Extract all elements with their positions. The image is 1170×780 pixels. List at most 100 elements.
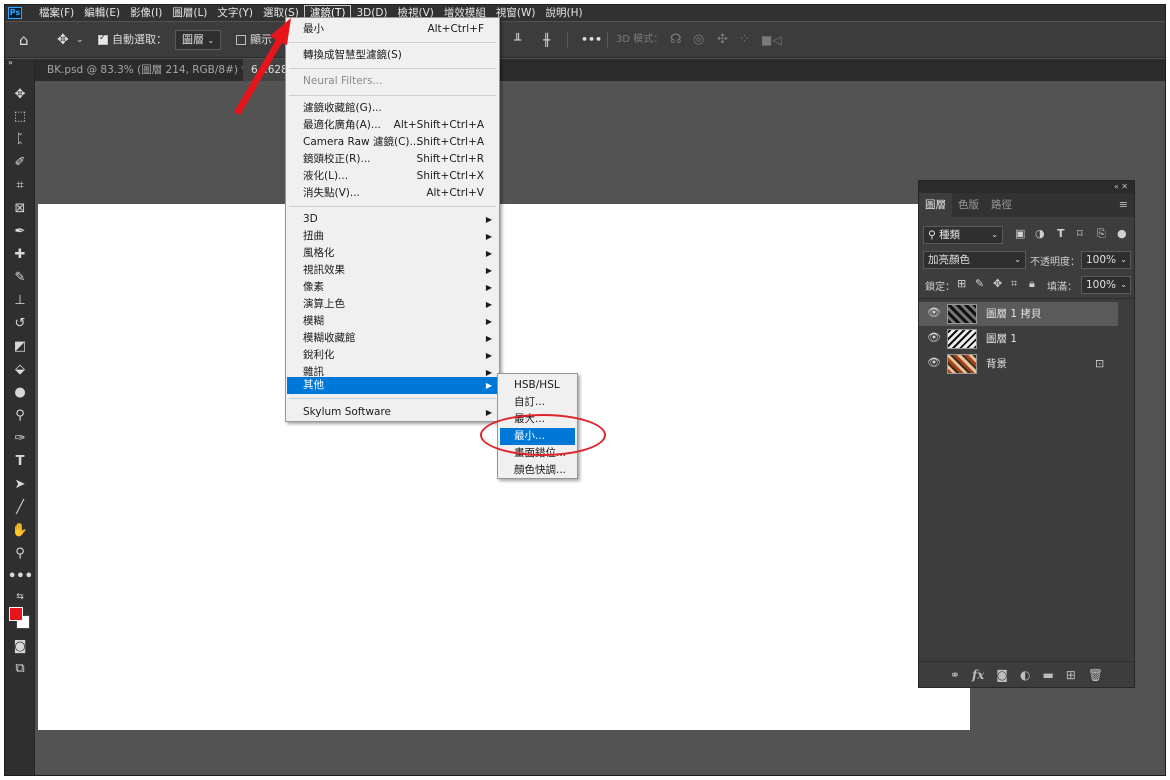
filter-shape-icon[interactable]: ⌑ <box>1077 227 1083 240</box>
tab-bk-psd[interactable]: BK.psd @ 83.3% (圖層 214, RGB/8#) * × <box>39 59 271 81</box>
menu-layer[interactable]: 圖層(L) <box>167 5 212 21</box>
menu-item-neural-filters[interactable]: Neural Filters... <box>287 73 498 90</box>
menu-item-convert-smart-filters[interactable]: 轉換成智慧型濾鏡(S) <box>287 47 498 64</box>
swap-colors-icon[interactable]: ⇆ <box>8 587 32 607</box>
submenu-item-color-match[interactable]: 顏色快調... <box>500 462 575 479</box>
paint-bucket-tool-icon[interactable]: ⬙ <box>8 360 32 380</box>
layer-row[interactable]: 👁︎ 圖層 1 <box>919 327 1118 351</box>
hand-tool-icon[interactable]: ✋ <box>8 521 32 541</box>
quick-selection-tool-icon[interactable]: ✐ <box>8 153 32 173</box>
healing-brush-tool-icon[interactable]: ✚ <box>8 245 32 265</box>
menu-item-lens-correction[interactable]: 鏡頭校正(R)... Shift+Ctrl+R <box>287 151 498 168</box>
layer-row[interactable]: 👁︎ 圖層 1 拷貝 <box>919 302 1118 326</box>
menu-item-sharpen[interactable]: 銳利化 ▶ <box>287 347 498 364</box>
visibility-eye-icon[interactable]: 👁︎ <box>927 307 941 319</box>
menu-item-pixelate[interactable]: 像素 ▶ <box>287 279 498 296</box>
mask-icon[interactable]: ◙ <box>996 668 1008 682</box>
lock-artboard-icon[interactable]: ⌗ <box>1011 277 1017 291</box>
filter-toggle-icon[interactable]: ● <box>1117 227 1127 240</box>
lock-position-icon[interactable]: ✥ <box>993 277 1002 290</box>
lock-pixels-icon[interactable]: ✎ <box>975 277 984 290</box>
tab-channels[interactable]: 色版 <box>952 193 985 217</box>
panel-menu-icon[interactable]: ≡ <box>1119 199 1128 211</box>
folder-icon[interactable]: ▬ <box>1042 668 1053 682</box>
tool-preset-chevron-icon[interactable]: ⌄ <box>76 22 84 58</box>
type-tool-icon[interactable]: T <box>8 452 32 472</box>
close-icon[interactable]: ✕ <box>1121 182 1128 191</box>
zoom-tool-icon[interactable]: ⚲ <box>8 544 32 564</box>
menu-item-liquify[interactable]: 液化(L)... Shift+Ctrl+X <box>287 168 498 185</box>
new-layer-icon[interactable]: ⊞ <box>1066 668 1076 682</box>
tab-paths[interactable]: 路徑 <box>985 193 1018 217</box>
trash-icon[interactable]: 🗑︎ <box>1088 668 1103 682</box>
visibility-eye-icon[interactable]: 👁︎ <box>927 332 941 344</box>
line-tool-icon[interactable]: ╱ <box>8 498 32 518</box>
layer-row[interactable]: 👁︎ 背景 ⊡ <box>919 352 1118 376</box>
filter-pixel-icon[interactable]: ▣ <box>1015 227 1025 240</box>
menu-file[interactable]: 檔案(F) <box>34 5 79 21</box>
auto-select-check[interactable] <box>98 32 108 45</box>
filter-kind-dropdown[interactable]: ⚲ 種類 ⌄ <box>923 226 1003 244</box>
menu-item-last-filter[interactable]: 最小 Alt+Ctrl+F <box>287 21 498 38</box>
move-tool-icon[interactable]: ✥ <box>8 85 32 105</box>
expand-panel-icon[interactable]: » <box>8 59 32 69</box>
menu-item-render[interactable]: 演算上色 ▶ <box>287 296 498 313</box>
home-icon[interactable]: ⌂ <box>19 22 29 58</box>
menu-item-video[interactable]: 視訊效果 ▶ <box>287 262 498 279</box>
menu-type[interactable]: 文字(Y) <box>212 5 258 21</box>
dodge-tool-icon[interactable]: ⚲ <box>8 406 32 426</box>
fill-input[interactable]: 100% ⌄ <box>1081 276 1131 294</box>
menu-help[interactable]: 說明(H) <box>541 5 588 21</box>
fx-icon[interactable]: fx <box>972 668 984 682</box>
pan-3d-icon[interactable]: ✣ <box>717 22 728 58</box>
submenu-item-custom[interactable]: 自訂... <box>500 394 575 411</box>
menu-item-distort[interactable]: 扭曲 ▶ <box>287 228 498 245</box>
orbit-3d-icon[interactable]: ☊ <box>670 22 682 58</box>
edit-toolbar-icon[interactable]: ••• <box>8 567 33 587</box>
filter-type-icon[interactable]: T <box>1057 227 1065 240</box>
menu-item-blur[interactable]: 模糊 ▶ <box>287 313 498 330</box>
blend-mode-dropdown[interactable]: 加亮顏色 ⌄ <box>923 251 1026 269</box>
link-icon[interactable]: ⚭ <box>950 668 960 682</box>
move-tool-icon[interactable]: ✥ <box>57 22 69 58</box>
menu-item-vanishing-point[interactable]: 消失點(V)... Alt+Ctrl+V <box>287 185 498 202</box>
eraser-tool-icon[interactable]: ◩ <box>8 337 32 357</box>
foreground-color-swatch[interactable] <box>9 607 23 621</box>
pen-tool-icon[interactable]: ✑ <box>8 429 32 449</box>
history-brush-tool-icon[interactable]: ↺ <box>8 314 32 334</box>
crop-tool-icon[interactable]: ⌗ <box>8 176 32 196</box>
menu-edit[interactable]: 編輯(E) <box>79 5 125 21</box>
menu-item-other[interactable]: 其他 ▶ <box>287 377 498 394</box>
more-options-icon[interactable]: ••• <box>581 22 602 58</box>
adjustment-icon[interactable]: ◐ <box>1020 668 1030 682</box>
screen-mode-icon[interactable]: ⧉ <box>8 659 32 679</box>
auto-select-checkbox[interactable]: 自動選取： <box>98 22 167 58</box>
filter-smart-object-icon[interactable]: ⎘ <box>1097 227 1106 241</box>
show-transform-checkbox[interactable]: 顯示 <box>236 22 272 58</box>
menu-item-3d[interactable]: 3D ▶ <box>287 211 498 228</box>
lock-transparent-icon[interactable]: ⊞ <box>957 277 966 290</box>
brush-tool-icon[interactable]: ✎ <box>8 268 32 288</box>
menu-item-skylum-software[interactable]: Skylum Software ▶ <box>287 404 498 421</box>
eyedropper-tool-icon[interactable]: ✒ <box>8 222 32 242</box>
menu-item-blur-gallery[interactable]: 模糊收藏館 ▶ <box>287 330 498 347</box>
marquee-tool-icon[interactable]: ⬚ <box>8 107 32 127</box>
distribute-horizontal-icon[interactable]: ╫ <box>543 22 550 58</box>
menu-item-adaptive-wide-angle[interactable]: 最適化廣角(A)... Alt+Shift+Ctrl+A <box>287 117 498 134</box>
opacity-input[interactable]: 100% ⌄ <box>1081 251 1131 269</box>
slide-3d-icon[interactable]: ⁘ <box>739 22 750 58</box>
show-transform-check[interactable] <box>236 35 246 45</box>
frame-tool-icon[interactable]: ⊠ <box>8 199 32 219</box>
scale-3d-icon[interactable]: ■◁ <box>761 22 782 58</box>
collapse-icon[interactable]: « <box>1114 182 1119 191</box>
roll-3d-icon[interactable]: ◎ <box>693 22 704 58</box>
quick-mask-icon[interactable]: ◙ <box>8 637 32 657</box>
lock-all-icon[interactable]: 🔒︎ <box>1029 277 1035 291</box>
panel-collapse-bar[interactable]: « ✕ <box>919 181 1134 193</box>
auto-select-target-dropdown[interactable]: 圖層 ⌄ <box>175 22 222 58</box>
distribute-bottom-icon[interactable]: ╨ <box>514 22 521 58</box>
tab-layers[interactable]: 圖層 <box>919 193 952 217</box>
submenu-item-hsb-hsl[interactable]: HSB/HSL <box>500 377 575 394</box>
menu-item-stylize[interactable]: 風格化 ▶ <box>287 245 498 262</box>
menu-item-camera-raw[interactable]: Camera Raw 濾鏡(C)... Shift+Ctrl+A <box>287 134 498 151</box>
